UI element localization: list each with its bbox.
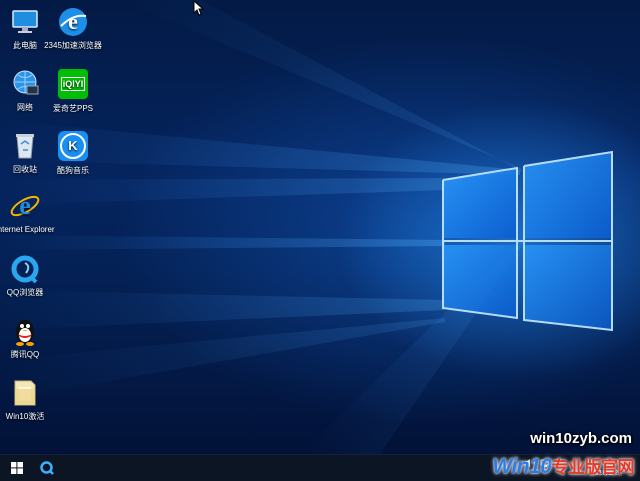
qq-penguin-icon (9, 315, 41, 347)
recycle-bin-icon (9, 130, 41, 162)
search-icon (40, 461, 54, 475)
network-icon (9, 68, 41, 100)
browser-2345-icon: e (57, 6, 89, 38)
svg-text:e: e (68, 9, 78, 34)
watermark-url: win10zyb.com (530, 430, 632, 447)
desktop-icon-kugou[interactable]: K 酷狗音乐 (43, 130, 103, 176)
desktop-icon-label: Internet Explorer (0, 225, 55, 234)
desktop-icon-2345-browser[interactable]: e 2345加速浏览器 (43, 6, 103, 51)
qq-browser-icon (9, 253, 41, 285)
brand-watermark: Win10专业版官网 (492, 453, 634, 479)
desktop-icon-iqiyi[interactable]: iQIYI 爱奇艺PPS (43, 68, 103, 114)
desktop-icon-label: 腾讯QQ (10, 350, 40, 359)
ie-icon: e (9, 190, 41, 222)
desktop-icon-label: QQ浏览器 (6, 288, 44, 297)
computer-icon (9, 6, 41, 38)
iqiyi-icon: iQIYI (57, 69, 89, 101)
brand-latin: Win10 (492, 455, 552, 478)
desktop-icon-qq-browser[interactable]: QQ浏览器 (0, 253, 55, 298)
desktop-icon-label: 爱奇艺PPS (52, 104, 93, 113)
desktop-icon-win10-activate[interactable]: Win10激活 (0, 377, 55, 422)
desktop-icon-label: 酷狗音乐 (57, 166, 89, 175)
windows-logo-icon (11, 462, 23, 474)
desktop-icon-label: 2345加速浏览器 (44, 41, 102, 50)
start-button[interactable] (2, 455, 32, 481)
desktop-icon-internet-explorer[interactable]: e Internet Explorer (0, 190, 55, 235)
desktop-icon-label: Win10激活 (5, 412, 45, 421)
svg-text:e: e (19, 191, 31, 220)
kugou-letter: K (68, 138, 78, 153)
desktop-icon-tencent-qq[interactable]: 腾讯QQ (0, 315, 55, 360)
taskbar-qq-browser-button[interactable] (32, 455, 62, 481)
brand-chinese: 专业版官网 (551, 458, 635, 477)
kugou-icon: K (57, 131, 89, 163)
desktop-wallpaper: 此电脑 网络 回收站 e Internet Explorer QQ浏览器 腾讯Q… (0, 0, 640, 454)
mouse-cursor-icon (193, 0, 205, 16)
iqiyi-logo-text: iQIYI (60, 77, 86, 91)
folder-icon (9, 377, 41, 409)
